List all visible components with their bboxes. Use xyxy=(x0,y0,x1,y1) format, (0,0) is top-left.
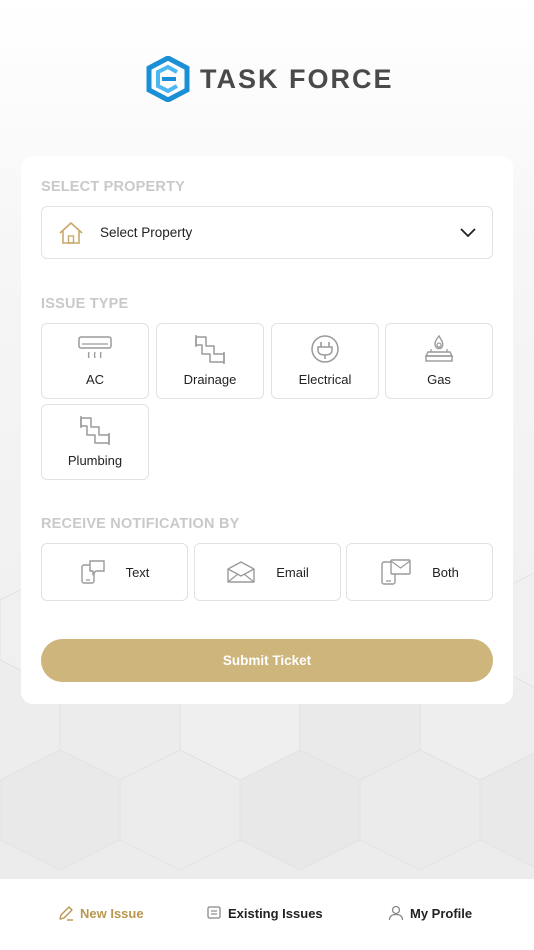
property-dropdown-value: Select Property xyxy=(100,225,193,240)
pencil-icon xyxy=(59,906,73,921)
gas-burner-icon xyxy=(424,334,454,362)
plug-icon xyxy=(311,335,339,363)
issue-type-electrical[interactable]: Electrical xyxy=(271,323,379,399)
notify-by-text-label: Text xyxy=(125,564,150,580)
new-issue-form: SELECT PROPERTY Select Property ISSUE TY… xyxy=(21,156,513,704)
devices-icon xyxy=(381,559,411,585)
select-property-label: SELECT PROPERTY xyxy=(41,179,185,195)
tab-existing-issues-label: Existing Issues xyxy=(228,905,323,921)
notify-by-both-label: Both xyxy=(432,564,459,580)
tab-new-issue-label: New Issue xyxy=(80,905,144,921)
chevron-down-icon xyxy=(460,227,476,237)
notify-by-text[interactable]: Text xyxy=(41,543,188,601)
envelope-icon xyxy=(227,561,255,583)
tab-existing-issues[interactable]: Existing Issues xyxy=(206,905,323,921)
notify-by-email-label: Email xyxy=(276,564,309,580)
bottom-tab-bar: New Issue Existing Issues My Profile xyxy=(0,878,534,950)
phone-message-icon xyxy=(80,560,105,584)
brand-name: TASK FORCE xyxy=(200,63,394,94)
notify-by-both[interactable]: Both xyxy=(346,543,493,601)
issue-type-label-gas: Gas xyxy=(427,372,451,387)
tab-my-profile[interactable]: My Profile xyxy=(388,905,472,921)
issue-type-drainage[interactable]: Drainage xyxy=(156,323,264,399)
pipe-icon xyxy=(80,416,110,445)
issue-type-label-drainage: Drainage xyxy=(183,372,237,387)
user-icon xyxy=(388,905,404,921)
issue-type-gas[interactable]: Gas xyxy=(385,323,493,399)
issue-type-label-ac: AC xyxy=(85,372,105,387)
app-logo: TASK FORCE xyxy=(146,55,394,103)
notify-by-email[interactable]: Email xyxy=(194,543,341,601)
issue-type-ac[interactable]: AC xyxy=(41,323,149,399)
task-force-logo-icon xyxy=(146,56,190,102)
air-conditioner-icon xyxy=(78,336,112,359)
home-icon xyxy=(59,221,83,244)
issue-type-plumbing[interactable]: Plumbing xyxy=(41,404,149,480)
submit-ticket-button[interactable]: Submit Ticket xyxy=(41,639,493,682)
tab-my-profile-label: My Profile xyxy=(410,905,473,921)
issue-type-label: ISSUE TYPE xyxy=(41,296,129,312)
issue-type-label-electrical: Electrical xyxy=(298,372,352,387)
receive-notification-label: RECEIVE NOTIFICATION BY xyxy=(41,516,240,532)
property-dropdown[interactable]: Select Property xyxy=(41,206,493,259)
tab-new-issue[interactable]: New Issue xyxy=(58,905,144,921)
issue-type-label-plumbing: Plumbing xyxy=(67,453,123,468)
list-icon xyxy=(207,906,221,919)
pipe-icon xyxy=(195,335,225,364)
